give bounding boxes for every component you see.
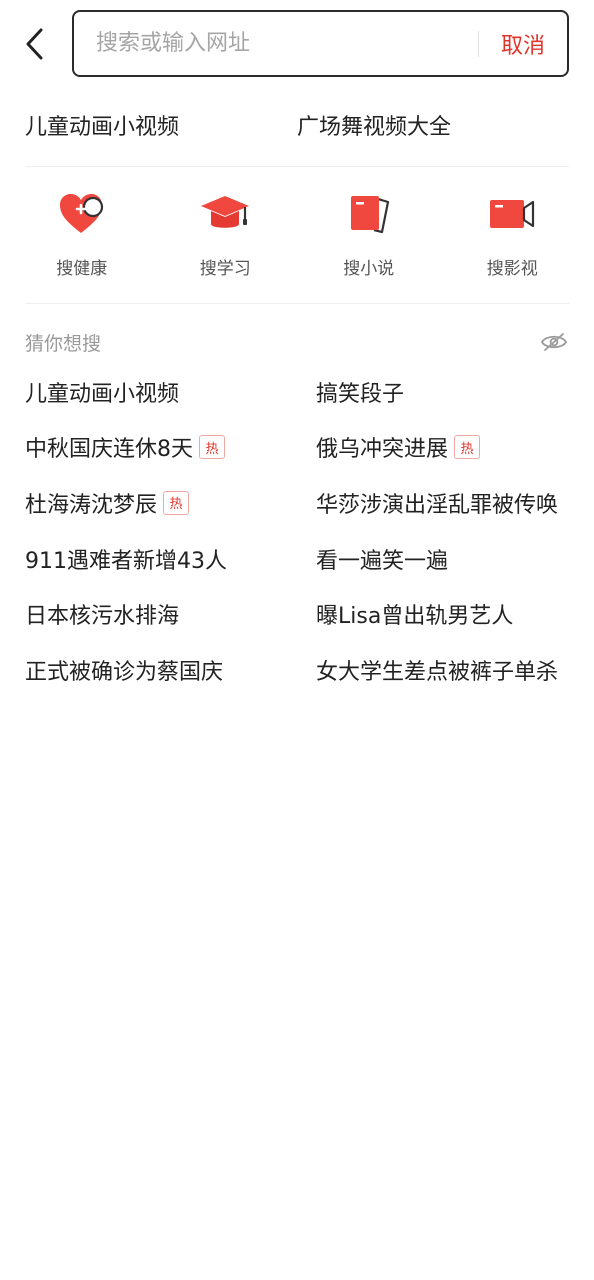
top-suggestion-item[interactable]: 儿童动画小视频 xyxy=(25,104,297,154)
guess-item-text: 中秋国庆连休8天 xyxy=(25,437,193,463)
quick-category-label: 搜影视 xyxy=(486,259,538,279)
guess-title: 猜你想搜 xyxy=(25,332,102,355)
quick-category-label: 搜小说 xyxy=(343,259,395,279)
guess-list: 儿童动画小视频 搞笑段子 中秋国庆连休8天 热 俄乌冲突进展 热 杜海涛沈梦辰 … xyxy=(25,364,585,698)
heart-plus-icon xyxy=(56,188,108,240)
quick-category-novel[interactable]: 搜小说 xyxy=(297,188,441,284)
guess-item-text: 华莎涉演出淫乱罪被传唤 xyxy=(316,492,559,518)
guess-item[interactable]: 日本核污水排海 xyxy=(25,586,316,642)
eye-hidden-icon xyxy=(540,333,568,351)
guess-item-text: 俄乌冲突进展 xyxy=(316,437,449,463)
guess-item[interactable]: 中秋国庆连休8天 热 xyxy=(25,420,316,476)
guess-item[interactable]: 杜海涛沈梦辰 热 xyxy=(25,475,316,531)
guess-item[interactable]: 儿童动画小视频 xyxy=(25,364,316,420)
hot-badge: 热 xyxy=(163,490,190,515)
top-suggestions: 儿童动画小视频 广场舞视频大全 xyxy=(25,104,569,154)
hide-suggestions-button[interactable] xyxy=(539,327,569,357)
guess-item-text: 曝Lisa曾出轨男艺人 xyxy=(316,604,514,630)
quick-category-video[interactable]: 搜影视 xyxy=(441,188,585,284)
divider xyxy=(25,166,569,167)
hot-badge: 热 xyxy=(454,435,481,460)
video-camera-icon xyxy=(486,188,538,240)
cancel-button[interactable]: 取消 xyxy=(479,28,567,60)
guess-item[interactable]: 俄乌冲突进展 热 xyxy=(316,420,569,476)
guess-item[interactable]: 911遇难者新增43人 xyxy=(25,531,316,587)
book-icon xyxy=(343,188,395,240)
guess-item-text: 日本核污水排海 xyxy=(25,604,180,630)
divider xyxy=(25,303,569,304)
quick-category-label: 搜健康 xyxy=(56,259,108,279)
quick-category-label: 搜学习 xyxy=(199,259,251,279)
graduation-cap-icon xyxy=(199,188,251,240)
guess-item[interactable]: 华莎涉演出淫乱罪被传唤 xyxy=(316,475,569,531)
guess-header: 猜你想搜 xyxy=(25,326,569,358)
quick-categories: 搜健康 搜学习 搜小说 搜影视 xyxy=(10,188,584,284)
quick-category-health[interactable]: 搜健康 xyxy=(10,188,154,284)
chevron-left-icon xyxy=(26,28,43,60)
guess-item[interactable]: 女大学生差点被裤子单杀 xyxy=(316,642,569,698)
guess-item-text: 正式被确诊为蔡国庆 xyxy=(25,659,224,685)
guess-item-text: 911遇难者新增43人 xyxy=(25,548,227,574)
search-bar: 取消 xyxy=(72,10,569,77)
guess-item-text: 儿童动画小视频 xyxy=(25,381,180,407)
guess-item[interactable]: 看一遍笑一遍 xyxy=(316,531,569,587)
guess-item-text: 杜海涛沈梦辰 xyxy=(25,492,158,518)
guess-item-text: 搞笑段子 xyxy=(316,381,405,407)
guess-item[interactable]: 正式被确诊为蔡国庆 xyxy=(25,642,316,698)
guess-item-text: 女大学生差点被裤子单杀 xyxy=(316,659,559,685)
guess-item-text: 看一遍笑一遍 xyxy=(316,548,449,574)
quick-category-study[interactable]: 搜学习 xyxy=(154,188,298,284)
back-button[interactable] xyxy=(14,22,54,66)
top-suggestion-item[interactable]: 广场舞视频大全 xyxy=(297,104,569,154)
search-page: 取消 儿童动画小视频 广场舞视频大全 搜健康 xyxy=(0,0,594,1280)
guess-item[interactable]: 曝Lisa曾出轨男艺人 xyxy=(316,586,569,642)
search-header: 取消 xyxy=(0,0,594,90)
guess-item[interactable]: 搞笑段子 xyxy=(316,364,569,420)
search-input[interactable] xyxy=(74,12,478,75)
hot-badge: 热 xyxy=(199,435,225,460)
